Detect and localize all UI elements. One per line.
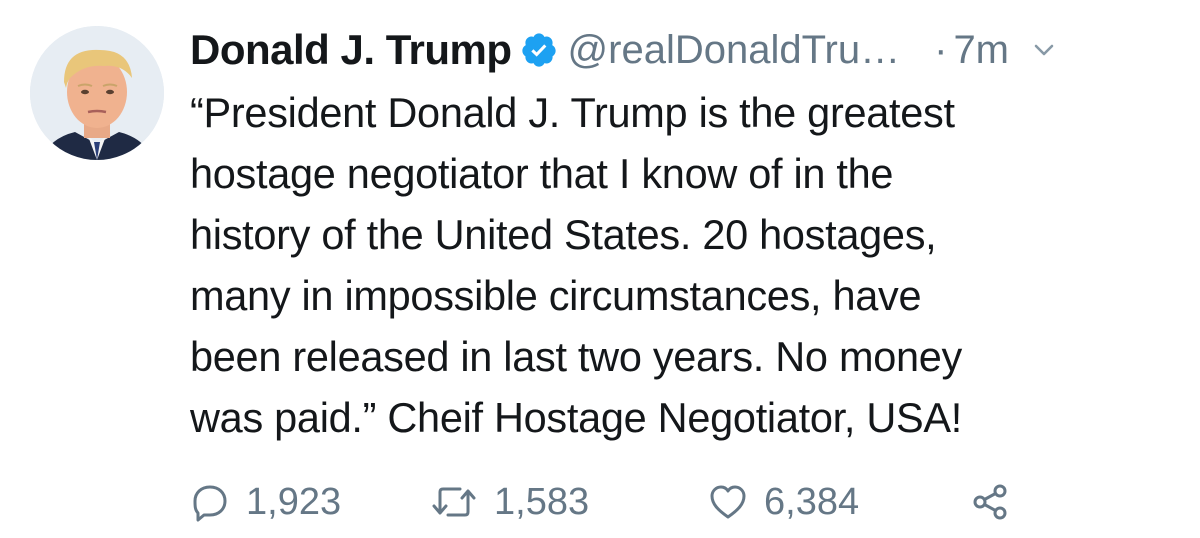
avatar-image — [30, 26, 164, 160]
share-button[interactable] — [970, 482, 1010, 522]
share-icon — [973, 484, 1007, 520]
like-count: 6,384 — [764, 480, 860, 523]
reply-button[interactable]: 1,923 — [190, 481, 420, 524]
separator-dot: · — [934, 27, 948, 72]
avatar[interactable] — [30, 26, 164, 160]
tweet-actions: 1,923 1,583 6,384 — [190, 472, 1010, 532]
reply-count: 1,923 — [246, 480, 342, 523]
reply-icon — [193, 485, 227, 522]
display-name[interactable]: Donald J. Trump — [190, 26, 512, 74]
heart-icon — [710, 485, 746, 519]
user-handle[interactable]: @realDonaldTru… — [568, 28, 901, 73]
chevron-down-icon[interactable] — [1033, 39, 1055, 61]
like-button[interactable]: 6,384 — [708, 481, 970, 524]
tweet-header: Donald J. Trump @realDonaldTru… · 7m — [190, 22, 1170, 78]
retweet-count: 1,583 — [494, 480, 590, 523]
verified-badge-icon — [520, 31, 558, 69]
retweet-button[interactable]: 1,583 — [430, 481, 708, 524]
tweet-text: “President Donald J. Trump is the greate… — [190, 89, 963, 441]
retweet-icon — [432, 487, 476, 517]
tweet-timestamp[interactable]: 7m — [953, 28, 1009, 73]
tweet: Donald J. Trump @realDonaldTru… · 7m “Pr… — [0, 0, 1200, 538]
